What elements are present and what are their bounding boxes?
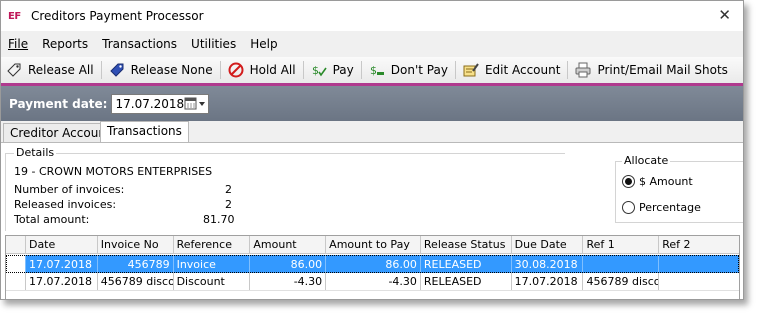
- close-button[interactable]: ✕: [718, 6, 731, 24]
- table-row[interactable]: 17.07.2018 456789 discour Discount -4.30…: [6, 273, 739, 291]
- released-invoices-label: Released invoices:: [14, 198, 117, 211]
- toolbar-separator: [302, 61, 304, 79]
- creditor-name: 19 - CROWN MOTORS ENTERPRISES: [14, 165, 213, 178]
- grid-header: Date Invoice No Reference Amount Amount …: [6, 236, 739, 254]
- svg-text:$: $: [370, 64, 377, 77]
- allocate-amount-label: $ Amount: [639, 175, 693, 188]
- details-title: Details: [14, 146, 57, 159]
- col-reference[interactable]: Reference: [174, 236, 251, 253]
- no-entry-icon: [228, 62, 244, 78]
- total-amount-value: 81.70: [203, 213, 235, 226]
- pay-label: Pay: [332, 63, 354, 77]
- col-ref1[interactable]: Ref 1: [583, 236, 660, 253]
- edit-account-label: Edit Account: [484, 63, 561, 77]
- printer-icon: [575, 62, 591, 78]
- allocate-percentage-label: Percentage: [639, 201, 701, 214]
- radio-unchecked-icon: [622, 201, 635, 214]
- allocate-title: Allocate: [622, 154, 671, 167]
- cell-ref2[interactable]: [659, 273, 739, 290]
- edit-account-button[interactable]: Edit Account: [458, 59, 566, 81]
- app-logo-icon: EF: [8, 10, 21, 22]
- cell-ref2[interactable]: [659, 255, 740, 273]
- transactions-panel: Details 19 - CROWN MOTORS ENTERPRISES Nu…: [1, 142, 743, 299]
- cell-date[interactable]: 17.07.2018: [25, 255, 98, 273]
- col-release-status[interactable]: Release Status: [421, 236, 512, 253]
- menu-reports[interactable]: Reports: [36, 37, 96, 51]
- tab-strip: Creditor Accounts Transactions: [1, 121, 743, 142]
- blue-tag-icon: [109, 62, 125, 78]
- cell-release-status[interactable]: RELEASED: [421, 273, 512, 290]
- cell-reference[interactable]: Discount: [174, 273, 251, 290]
- menu-utilities[interactable]: Utilities: [185, 37, 244, 51]
- col-ref2[interactable]: Ref 2: [659, 236, 739, 253]
- hold-all-label: Hold All: [249, 63, 296, 77]
- release-all-button[interactable]: Release All: [1, 59, 99, 81]
- window-title: Creditors Payment Processor: [31, 9, 204, 23]
- menu-file[interactable]: File: [1, 37, 36, 51]
- released-invoices-value: 2: [225, 198, 232, 211]
- dont-pay-button[interactable]: $ Don't Pay: [364, 59, 453, 81]
- cell-release-status[interactable]: RELEASED: [420, 255, 512, 273]
- release-all-label: Release All: [28, 63, 94, 77]
- payment-date-value: 17.07.2018: [115, 96, 185, 111]
- menu-transactions[interactable]: Transactions: [96, 37, 185, 51]
- table-row[interactable]: 17.07.2018 456789 Invoice 86.00 86.00 RE…: [6, 255, 740, 273]
- radio-checked-icon: [622, 175, 635, 188]
- toolbar-separator: [100, 61, 102, 79]
- app-window: EF Creditors Payment Processor ✕ File Re…: [0, 0, 744, 300]
- tag-icon: [6, 62, 22, 78]
- release-none-label: Release None: [130, 63, 213, 77]
- pay-dollar-icon: $: [311, 62, 327, 78]
- tab-transactions[interactable]: Transactions: [100, 121, 189, 142]
- cell-amount[interactable]: -4.30: [250, 273, 327, 290]
- cell-amount-to-pay[interactable]: 86.00: [326, 255, 421, 273]
- cell-amount[interactable]: 86.00: [250, 255, 327, 273]
- pay-button[interactable]: $ Pay: [306, 59, 359, 81]
- toolbar-separator: [360, 61, 362, 79]
- col-amount-to-pay[interactable]: Amount to Pay: [326, 236, 421, 253]
- cell-due-date[interactable]: 30.08.2018: [511, 255, 584, 273]
- total-amount-label: Total amount:: [14, 213, 90, 226]
- menu-bar: File Reports Transactions Utilities Help: [1, 33, 743, 55]
- svg-text:$: $: [312, 64, 319, 77]
- menu-file-label: File: [8, 37, 29, 51]
- num-invoices-value: 2: [225, 183, 232, 196]
- cell-invoice-no[interactable]: 456789: [97, 255, 174, 273]
- cell-invoice-no[interactable]: 456789 discour: [98, 273, 174, 290]
- dont-pay-label: Don't Pay: [390, 63, 448, 77]
- cell-date[interactable]: 17.07.2018: [26, 273, 98, 290]
- allocate-percentage-radio[interactable]: Percentage: [622, 201, 701, 214]
- menu-help[interactable]: Help: [244, 37, 285, 51]
- payment-date-bar: Payment date: 17.07.2018: [1, 86, 743, 121]
- toolbar-separator: [567, 61, 569, 79]
- toolbar: Release All Release None Hold All $ Pay: [1, 57, 743, 83]
- row-indicator: [6, 255, 26, 273]
- col-amount[interactable]: Amount: [250, 236, 327, 253]
- hold-all-button[interactable]: Hold All: [223, 59, 301, 81]
- cell-reference[interactable]: Invoice: [173, 255, 251, 273]
- release-none-button[interactable]: Release None: [104, 59, 218, 81]
- transactions-grid: Date Invoice No Reference Amount Amount …: [5, 235, 740, 299]
- col-invoice-no[interactable]: Invoice No: [98, 236, 174, 253]
- edit-account-icon: [463, 62, 479, 78]
- calendar-dropdown-icon[interactable]: [184, 97, 206, 111]
- num-invoices-label: Number of invoices:: [14, 183, 125, 196]
- payment-date-picker[interactable]: 17.07.2018: [111, 93, 210, 114]
- payment-date-label: Payment date:: [9, 96, 108, 111]
- cell-amount-to-pay[interactable]: -4.30: [326, 273, 421, 290]
- col-due-date[interactable]: Due Date: [512, 236, 584, 253]
- title-bar[interactable]: EF Creditors Payment Processor ✕: [1, 1, 743, 31]
- cell-due-date[interactable]: 17.07.2018: [512, 273, 584, 290]
- print-email-label: Print/Email Mail Shots: [597, 63, 728, 77]
- row-indicator-header: [6, 236, 26, 253]
- cell-ref1[interactable]: 456789 discour: [583, 273, 660, 290]
- allocate-amount-radio[interactable]: $ Amount: [622, 175, 693, 188]
- dont-pay-dollar-icon: $: [369, 62, 385, 78]
- toolbar-separator: [454, 61, 456, 79]
- toolbar-separator: [219, 61, 221, 79]
- col-date[interactable]: Date: [26, 236, 98, 253]
- print-email-button[interactable]: Print/Email Mail Shots: [570, 59, 732, 81]
- row-indicator: [6, 273, 26, 290]
- cell-ref1[interactable]: [583, 255, 660, 273]
